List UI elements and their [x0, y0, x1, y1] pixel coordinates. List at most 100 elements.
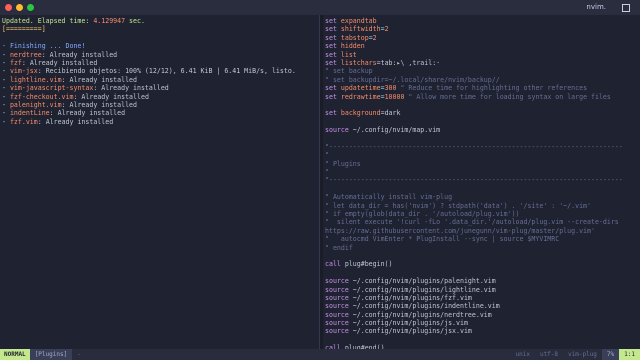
text-token: - [2, 109, 10, 118]
minimize-window-button[interactable] [16, 4, 23, 11]
text-token: 4.129947 [93, 17, 126, 25]
text-token: source [325, 277, 353, 286]
text-token: ~/.config/nvim/plugins/indentline.vim [352, 302, 500, 311]
maximize-window-button[interactable] [27, 4, 34, 11]
window-controls [5, 4, 34, 11]
code-line: " set backupdir=~/.local/share/nvim/back… [324, 76, 640, 84]
code-line: source ~/.config/nvim/plugins/indentline… [324, 302, 640, 310]
output-line: - fzf.vim: Already installed [2, 118, 319, 126]
text-token: plug#begin() [344, 260, 393, 269]
text-token: background [340, 109, 381, 118]
code-line: " Plugins [324, 160, 640, 168]
text-token: "---------------------------------------… [325, 142, 623, 151]
buffer-name: [Plugins] [29, 349, 73, 360]
text-token: 300 [384, 84, 397, 93]
text-token: =dark [380, 109, 401, 118]
text-token: Updated. Elapsed time: [2, 17, 94, 25]
code-line: set updatetime=300 " Reduce time for hig… [324, 84, 640, 92]
plugin-status-list: Updated. Elapsed time: 4.129947 sec. [===… [0, 15, 319, 126]
statusline: NORMAL [Plugins] - unix utf-8 vim-plug 7… [0, 349, 640, 360]
text-token: ~/.config/nvim/plugins/fzf.vim [352, 293, 472, 302]
text-token: : Already installed [21, 58, 98, 67]
output-line: - palenight.vim: Already installed [2, 101, 319, 109]
text-token: fzf [9, 58, 22, 67]
text-token: " silent execute '!curl -fLo '.data_dir.… [325, 218, 619, 227]
output-line: - lightline.vim: Already installed [2, 76, 319, 84]
code-line: " autocmd VimEnter * PlugInstall --sync … [324, 235, 640, 243]
text-token: set [325, 109, 341, 118]
text-token: source [325, 327, 353, 336]
fullscreen-icon[interactable] [622, 4, 630, 12]
code-line: set list [324, 51, 640, 59]
code-line: "---------------------------------------… [324, 143, 640, 151]
close-window-button[interactable] [5, 4, 12, 11]
code-line: set expandtab [324, 17, 640, 25]
window-titlebar: nvim. [0, 0, 640, 15]
file-format: unix [515, 350, 530, 358]
text-token: "---------------------------------------… [325, 176, 623, 185]
code-line: https://raw.githubusercontent.com/junegu… [324, 227, 640, 235]
text-token: source [325, 126, 353, 135]
code-line: set hidden [324, 42, 640, 50]
vim-plug-output-pane[interactable]: Updated. Elapsed time: 4.129947 sec. [===… [0, 15, 319, 349]
code-line: call plug#begin() [324, 260, 640, 268]
text-token: fzf-checkout.vim [9, 92, 74, 101]
text-token: set [325, 92, 341, 101]
text-token: - [2, 75, 10, 84]
text-token: call [325, 260, 345, 269]
code-buffer: set expandtab set shiftwidth=2 set tabstop… [322, 15, 640, 349]
text-token: " [325, 168, 329, 177]
text-token: " autocmd VimEnter * PlugInstall --sync … [325, 235, 560, 244]
text-token: - [2, 100, 10, 109]
text-token: : Already installed [37, 117, 114, 126]
code-line: set background=dark [324, 109, 640, 117]
text-token: [=========] [2, 25, 46, 34]
code-line: set tabstop=2 [324, 34, 640, 42]
code-line: " [324, 168, 640, 176]
code-line: source ~/.config/nvim/plugins/lightline.… [324, 286, 640, 294]
text-token: - [2, 67, 10, 76]
file-encoding: utf-8 [539, 350, 559, 358]
text-token: : Already installed [61, 100, 137, 109]
text-token: hidden [340, 42, 365, 51]
text-token: " set backupdir=~/.local/share/nvim/back… [325, 75, 500, 84]
text-token: : Already installed [73, 92, 149, 101]
output-line: - Finishing ... Done! [2, 42, 319, 50]
mode-indicator: NORMAL [0, 349, 30, 360]
output-line: - fzf-checkout.vim: Already installed [2, 93, 319, 101]
scroll-percent: 7% [601, 349, 620, 360]
text-token: lightline.vim [9, 75, 62, 84]
text-token: 10000 [384, 92, 405, 101]
text-token: set [325, 33, 341, 42]
output-line: - indentLine: Already installed [2, 109, 319, 117]
text-token: " Automatically install vim-plug [325, 193, 453, 202]
text-token: set [325, 58, 341, 67]
text-token: source [325, 319, 353, 328]
text-token: shiftwidth [340, 25, 381, 34]
text-token: set [325, 42, 341, 51]
code-line: " let data_dir = has('nvim') ? stdpath('… [324, 202, 640, 210]
text-token: updatetime [340, 84, 381, 93]
text-token: " [325, 151, 329, 160]
text-token: 2 [372, 33, 377, 42]
code-line: source ~/.config/nvim/plugins/palenight.… [324, 277, 640, 285]
text-token: - [2, 58, 10, 67]
code-line: source ~/.config/nvim/plugins/js.vim [324, 319, 640, 327]
text-token: ~/.config/nvim/plugins/palenight.vim [352, 277, 496, 286]
code-line: set redrawtime=10000 " Allow more time f… [324, 93, 640, 101]
text-token: - Finishing ... Done! [2, 42, 86, 51]
text-token: : Already installed [93, 84, 169, 93]
text-token: - [2, 117, 10, 126]
code-line: " endif [324, 244, 640, 252]
code-line: " [324, 151, 640, 159]
init-vim-editor-pane[interactable]: set expandtab set shiftwidth=2 set tabstop… [322, 15, 640, 349]
text-token: =tab:▸\ ,trail:· [376, 58, 441, 67]
text-token: redrawtime [340, 92, 381, 101]
code-line: " set backup [324, 67, 640, 75]
